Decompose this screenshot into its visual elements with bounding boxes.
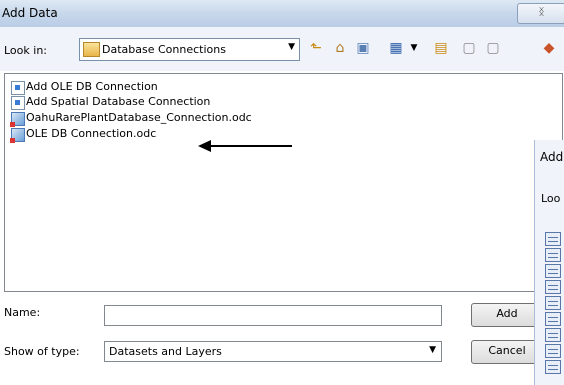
table-icon — [545, 296, 561, 310]
second-dialog-lookin-label: Loo — [541, 192, 561, 205]
chevron-down-icon: ▼ — [288, 42, 295, 52]
table-icon — [545, 312, 561, 326]
show-of-type-dropdown[interactable]: Datasets and Layers ▼ — [104, 341, 442, 362]
table-icon — [545, 328, 561, 342]
list-item-label: OahuRarePlantDatabase_Connection.odc — [26, 111, 252, 124]
catalog-options-icon[interactable]: ◆ — [540, 39, 558, 57]
dialog-titlebar: Add Data ᛝ — [0, 0, 564, 28]
odc-file-icon — [10, 112, 25, 127]
name-field[interactable] — [104, 305, 442, 326]
odc-file-icon — [10, 128, 25, 143]
chevron-down-icon: ▼ — [429, 345, 436, 355]
chevron-down-icon[interactable]: ▼ — [405, 39, 423, 57]
cancel-button[interactable]: Cancel — [471, 340, 543, 364]
lookin-value: Database Connections — [102, 43, 226, 56]
annotation-arrow-icon — [198, 140, 292, 152]
new-folder-icon[interactable]: ▤ — [432, 39, 450, 57]
table-icon — [545, 280, 561, 294]
lookin-dropdown[interactable]: Database Connections ▼ — [79, 38, 300, 61]
dialog-title: Add Data — [2, 6, 58, 20]
add-connection-icon — [11, 81, 25, 95]
list-item-label: OLE DB Connection.odc — [26, 127, 157, 140]
view-menu-icon[interactable]: ▦ — [387, 39, 405, 57]
table-icon — [545, 232, 561, 246]
show-of-type-label: Show of type: — [4, 345, 80, 358]
second-add-dialog: Add Loo — [534, 140, 564, 385]
add-button[interactable]: Add — [471, 303, 543, 327]
file-list[interactable]: Add OLE DB Connection Add Spatial Databa… — [4, 73, 563, 292]
table-icon — [545, 264, 561, 278]
table-icon — [545, 360, 561, 374]
connect-folder-icon[interactable]: ▣ — [354, 39, 372, 57]
add-connection-icon — [11, 96, 25, 110]
close-button[interactable]: ᛝ — [517, 3, 564, 24]
copy-icon[interactable]: ▢ — [460, 39, 478, 57]
table-icon — [545, 344, 561, 358]
second-dialog-title: Add — [540, 150, 564, 164]
table-icon — [545, 248, 561, 262]
delete-icon[interactable]: ▢ — [484, 39, 502, 57]
list-item-label: Add OLE DB Connection — [26, 80, 158, 93]
up-folder-icon[interactable]: ⬑ — [307, 39, 325, 57]
show-of-type-value: Datasets and Layers — [109, 345, 222, 358]
name-label: Name: — [4, 306, 41, 319]
home-icon[interactable]: ⌂ — [331, 39, 349, 57]
close-icon: ᛝ — [538, 7, 545, 18]
list-item-label: Add Spatial Database Connection — [26, 95, 211, 108]
database-connections-icon — [83, 42, 100, 57]
lookin-label: Look in: — [4, 44, 47, 57]
